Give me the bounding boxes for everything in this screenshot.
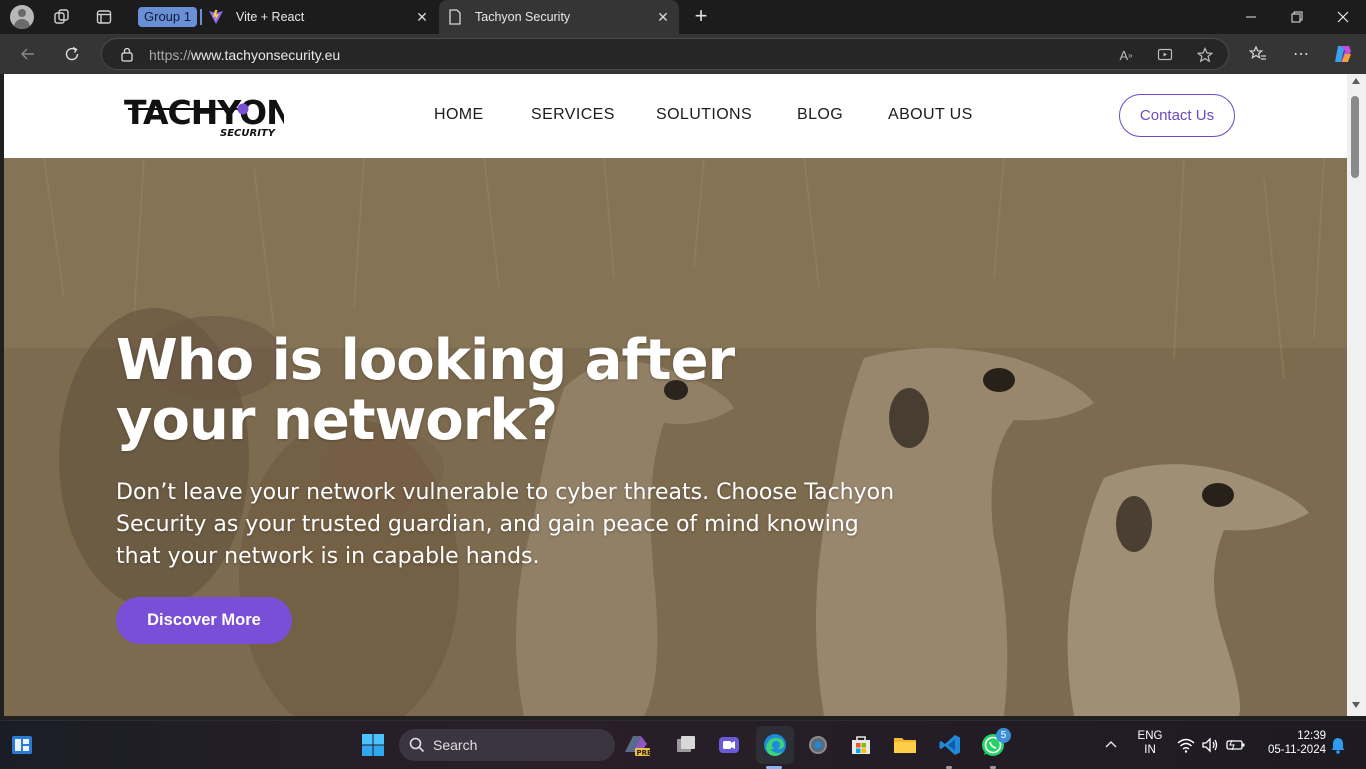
hero-description: Don’t leave your network vulnerable to c…: [116, 480, 895, 569]
scroll-up-arrow-icon[interactable]: [1352, 78, 1360, 84]
page-viewport: TACHYON SECURITY HOME SERVICES SOLUTIONS…: [4, 74, 1347, 716]
nav-solutions[interactable]: SOLUTIONS: [656, 106, 752, 124]
favorites-icon[interactable]: [1246, 42, 1270, 66]
refresh-icon[interactable]: [60, 42, 84, 66]
settings-gear-icon[interactable]: [802, 729, 834, 761]
back-icon[interactable]: [16, 42, 40, 66]
close-window-icon[interactable]: [1320, 0, 1366, 34]
volume-icon[interactable]: [1199, 729, 1221, 761]
tachyon-logo[interactable]: TACHYON SECURITY: [124, 92, 294, 140]
widgets-icon[interactable]: [6, 729, 38, 761]
immersive-reader-icon[interactable]: [1155, 45, 1175, 65]
taskbar-search[interactable]: Search: [399, 729, 615, 761]
restore-icon[interactable]: [1274, 0, 1320, 34]
site-header: TACHYON SECURITY HOME SERVICES SOLUTIONS…: [4, 74, 1347, 158]
lock-icon[interactable]: [119, 46, 135, 62]
address-bar[interactable]: https://www.tachyonsecurity.eu A»: [101, 38, 1229, 70]
discover-more-button[interactable]: Discover More: [116, 597, 292, 644]
show-hidden-icons-chevron-icon[interactable]: [1095, 729, 1127, 761]
url-text[interactable]: https://www.tachyonsecurity.eu: [149, 47, 340, 63]
task-view-icon[interactable]: [670, 729, 702, 761]
nav-blog[interactable]: BLOG: [797, 106, 843, 124]
svg-text:PRE: PRE: [637, 749, 652, 757]
scroll-thumb[interactable]: [1351, 96, 1359, 178]
vite-logo-icon: [208, 9, 224, 25]
page-icon: [447, 9, 463, 25]
tab-title: Tachyon Security: [475, 10, 571, 24]
edge-browser-icon[interactable]: [756, 726, 794, 764]
nav-about-us[interactable]: ABOUT US: [888, 106, 973, 124]
file-explorer-icon[interactable]: [889, 729, 921, 761]
logo-wordmark: TACHYON: [124, 93, 284, 132]
notifications-bell-icon[interactable]: [1328, 729, 1348, 761]
tab-group-chip[interactable]: Group 1: [138, 7, 197, 27]
battery-icon[interactable]: [1224, 729, 1248, 761]
nav-services[interactable]: SERVICES: [531, 106, 615, 124]
microsoft-store-icon[interactable]: [845, 729, 877, 761]
windows-taskbar: Search PRE 5 ENG IN 12:39 05-11-2024: [0, 720, 1366, 769]
teams-meet-icon[interactable]: [713, 729, 745, 761]
tab-group-indicator: [200, 9, 202, 25]
clock[interactable]: 12:39 05-11-2024: [1256, 730, 1326, 756]
more-options-icon[interactable]: ⋯: [1289, 42, 1313, 66]
whatsapp-notification-badge: 5: [996, 728, 1011, 743]
profile-avatar-icon[interactable]: [10, 5, 34, 29]
hero-heading: Who is looking after your network?: [116, 328, 735, 453]
vscode-icon[interactable]: [934, 729, 966, 761]
nav-home[interactable]: HOME: [434, 106, 484, 124]
url-scheme: https://: [149, 47, 192, 63]
minimize-icon[interactable]: [1228, 0, 1274, 34]
clock-time: 12:39: [1297, 730, 1326, 742]
page-scrollbar[interactable]: [1347, 74, 1366, 716]
search-icon: [409, 737, 425, 753]
contact-us-button[interactable]: Contact Us: [1119, 94, 1235, 137]
close-tab-icon[interactable]: ✕: [412, 7, 432, 27]
tab-title: Vite + React: [236, 10, 305, 24]
start-windows-icon[interactable]: [357, 729, 389, 761]
language-code: ENG: [1137, 730, 1163, 742]
workspaces-icon[interactable]: [50, 5, 74, 29]
clock-date: 05-11-2024: [1268, 744, 1326, 756]
favorite-star-icon[interactable]: [1195, 45, 1215, 65]
copilot-pre-icon[interactable]: PRE: [620, 729, 652, 761]
tab-tachyon-security[interactable]: Tachyon Security ✕: [439, 0, 679, 34]
new-tab-icon[interactable]: +: [689, 5, 713, 29]
region-code: IN: [1144, 744, 1156, 756]
hero-section: Who is looking after your network? Don’t…: [4, 158, 1347, 716]
tab-vite-react[interactable]: Vite + React ✕: [204, 0, 438, 34]
language-indicator[interactable]: ENG IN: [1134, 730, 1166, 756]
logo-tagline: SECURITY: [220, 128, 277, 139]
wifi-icon[interactable]: [1176, 729, 1196, 761]
browser-tab-strip: Group 1 Vite + React ✕ Tachyon Security …: [0, 0, 1366, 34]
browser-toolbar: https://www.tachyonsecurity.eu A» ⋯: [0, 34, 1366, 74]
tab-actions-icon[interactable]: [92, 5, 116, 29]
read-aloud-icon[interactable]: A»: [1116, 45, 1136, 65]
close-tab-icon[interactable]: ✕: [653, 7, 673, 27]
copilot-icon[interactable]: [1331, 42, 1355, 66]
search-label: Search: [433, 737, 478, 753]
scroll-down-arrow-icon[interactable]: [1352, 702, 1360, 708]
url-host: www.tachyonsecurity.eu: [191, 47, 341, 63]
